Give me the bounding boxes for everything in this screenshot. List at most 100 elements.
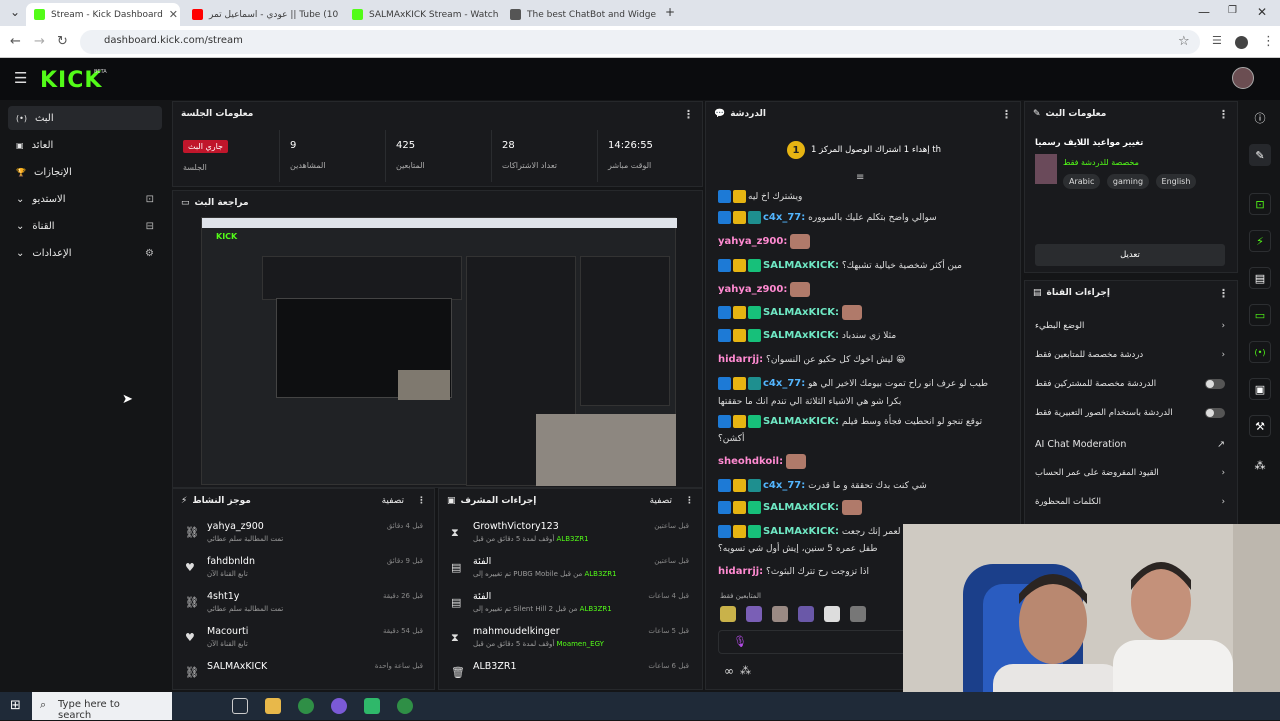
chat-username[interactable]: c4x_77: [763,480,805,491]
browser-tab-3[interactable]: The best ChatBot and Widgets f ✕ [502,3,656,26]
edit-button[interactable]: تعديل [1035,244,1225,266]
sidebar-item-revenue[interactable]: ▣ العائد [8,133,162,157]
app-icon[interactable] [331,698,347,714]
mod-name[interactable]: Moamen_EGY [557,640,604,648]
collapse-pinned-icon[interactable]: ≡ [856,172,864,183]
extensions-icon[interactable]: ☰ [1212,34,1222,47]
chat-username[interactable]: hidarrjj: [718,566,763,577]
infinity-icon[interactable]: ∞ [724,664,734,678]
emote-only-toggle[interactable] [1205,408,1225,418]
microphone-icon[interactable]: 🎙 [733,635,747,648]
clip-icon[interactable]: ⊡ [1249,193,1271,215]
activity-user[interactable]: yahya_z900 [207,521,264,532]
info-icon[interactable]: ⓘ [1249,107,1271,129]
activity-user[interactable]: SALMAxKICK [207,661,267,672]
document-icon[interactable]: ▤ [1249,267,1271,289]
chrome-icon[interactable] [397,698,413,714]
forward-icon[interactable]: → [34,34,45,49]
browser-tab-2[interactable]: SALMAxKICK Stream - Watch Li ✕ [344,3,498,26]
wrench-icon[interactable]: ⚒ [1249,415,1271,437]
mod-name[interactable]: ALB3ZR1 [580,605,612,613]
file-explorer-icon[interactable] [265,698,281,714]
sidebar-item-stream[interactable]: (•) البث [8,106,162,130]
chat-username[interactable]: SALMAxKICK: [763,307,839,318]
activity-user[interactable]: Macourti [207,626,248,637]
app-icon[interactable] [364,698,380,714]
avatar[interactable] [1232,67,1254,89]
new-tab-icon[interactable]: + [665,5,675,19]
profile-icon[interactable] [1235,36,1248,49]
more-icon[interactable]: ⁂ [1249,454,1271,476]
sidebar-item-studio[interactable]: ⌄ الاستديو ⊡ [8,187,162,211]
chat-username[interactable]: hidarrjj: [718,354,763,365]
chat-username[interactable]: SALMAxKICK: [763,330,839,341]
more-options-icon[interactable]: ⋮ [685,496,694,506]
chrome-icon[interactable] [298,698,314,714]
emote-icon[interactable] [798,606,814,622]
tab-list-icon[interactable]: ⌄ [10,5,20,19]
mod-action-target[interactable]: ALB3ZR1 [473,661,517,672]
chat-icon[interactable]: ▭ [1249,304,1271,326]
action-emote-only: الدردشة باستخدام الصور التعبيرية فقط [1035,400,1225,426]
restore-icon[interactable]: ❐ [1228,5,1237,16]
back-icon[interactable]: ← [10,34,21,49]
emote-icon[interactable] [720,606,736,622]
filter-button[interactable]: تصفية [650,496,672,506]
window-close-icon[interactable]: ✕ [1257,5,1267,19]
filter-button[interactable]: تصفية [382,496,404,506]
more-options-icon[interactable]: ⋮ [1001,108,1012,121]
pinned-message[interactable]: 1 إهداء 1 اشتراك الوصول المركز 1 th [712,132,1016,168]
hamburger-icon[interactable]: ☰ [14,69,27,87]
sidebar-item-achievements[interactable]: 🏆 الإنجازات [8,160,162,184]
mod-action-target[interactable]: mahmoudelkinger [473,626,560,637]
chat-username[interactable]: yahya_z900: [718,284,787,295]
chat-username[interactable]: SALMAxKICK: [763,260,839,271]
broadcast-icon[interactable]: (•) [1249,341,1271,363]
minimize-icon[interactable]: — [1198,5,1210,19]
emote-icon[interactable] [772,606,788,622]
chat-username[interactable]: SALMAxKICK: [763,526,839,537]
stream-preview-video[interactable]: KICK [201,217,677,486]
more-options-icon[interactable]: ⋮ [1218,287,1229,300]
chat-username[interactable]: sheohdkoil: [718,456,783,467]
mod-name[interactable]: ALB3ZR1 [584,570,616,578]
action-followers-only[interactable]: دردشة مخصصة للمتابعين فقط › [1035,342,1225,368]
chat-username[interactable]: SALMAxKICK: [763,502,839,513]
action-account-age[interactable]: القيود المفروضة على عمر الحساب › [1035,460,1225,486]
action-banned-words[interactable]: الكلمات المحظورة › [1035,489,1225,515]
more-options-icon[interactable]: ⋮ [417,496,426,506]
browser-tab-0[interactable]: Stream - Kick Dashboard ✕ [26,3,180,26]
close-icon[interactable]: ✕ [169,8,178,21]
chat-username[interactable]: c4x_77: [763,212,805,223]
tv-icon[interactable]: ▣ [1249,378,1271,400]
emote-picker-icon[interactable]: ⁂ [740,664,751,677]
pencil-icon[interactable]: ✎ [1249,144,1271,166]
browser-tab-1[interactable]: عودي - اسماعيل تمر || Tube (104) ✕ [184,3,338,26]
emote-icon[interactable] [746,606,762,622]
category-name[interactable]: مخصصة للدردشة فقط [1063,158,1139,167]
bookmark-star-icon[interactable]: ☆ [1178,34,1190,49]
subscribers-only-toggle[interactable] [1205,379,1225,389]
emote-icon[interactable] [824,606,840,622]
taskbar-search[interactable]: ⌕ Type here to search [32,692,172,721]
more-options-icon[interactable]: ⋮ [683,108,694,121]
chat-username[interactable]: yahya_z900: [718,236,787,247]
menu-dots-icon[interactable]: ⋮ [1262,34,1275,49]
sidebar-item-settings[interactable]: ⌄ الإعدادات ⚙ [8,241,162,265]
emote-icon[interactable] [850,606,866,622]
more-options-icon[interactable]: ⋮ [1218,108,1229,121]
action-slow-mode[interactable]: الوضع البطيء › [1035,313,1225,339]
sidebar-item-channel[interactable]: ⌄ القناة ⊟ [8,214,162,238]
activity-user[interactable]: fahdbnldn [207,556,255,567]
reload-icon[interactable]: ↻ [57,34,68,49]
chat-username[interactable]: c4x_77: [763,378,805,389]
windows-start-icon[interactable]: ⊞ [10,698,21,713]
bolt-icon[interactable]: ⚡ [1249,230,1271,252]
action-ai-moderation[interactable]: AI Chat Moderation ↗ [1035,431,1225,457]
mod-action-target[interactable]: GrowthVictory123 [473,521,559,532]
chat-username[interactable]: SALMAxKICK: [763,416,839,427]
url-field[interactable]: dashboard.kick.com/stream [80,30,1200,54]
task-view-icon[interactable] [232,698,248,714]
activity-user[interactable]: 4sht1y [207,591,239,602]
mod-name[interactable]: ALB3ZR1 [557,535,589,543]
